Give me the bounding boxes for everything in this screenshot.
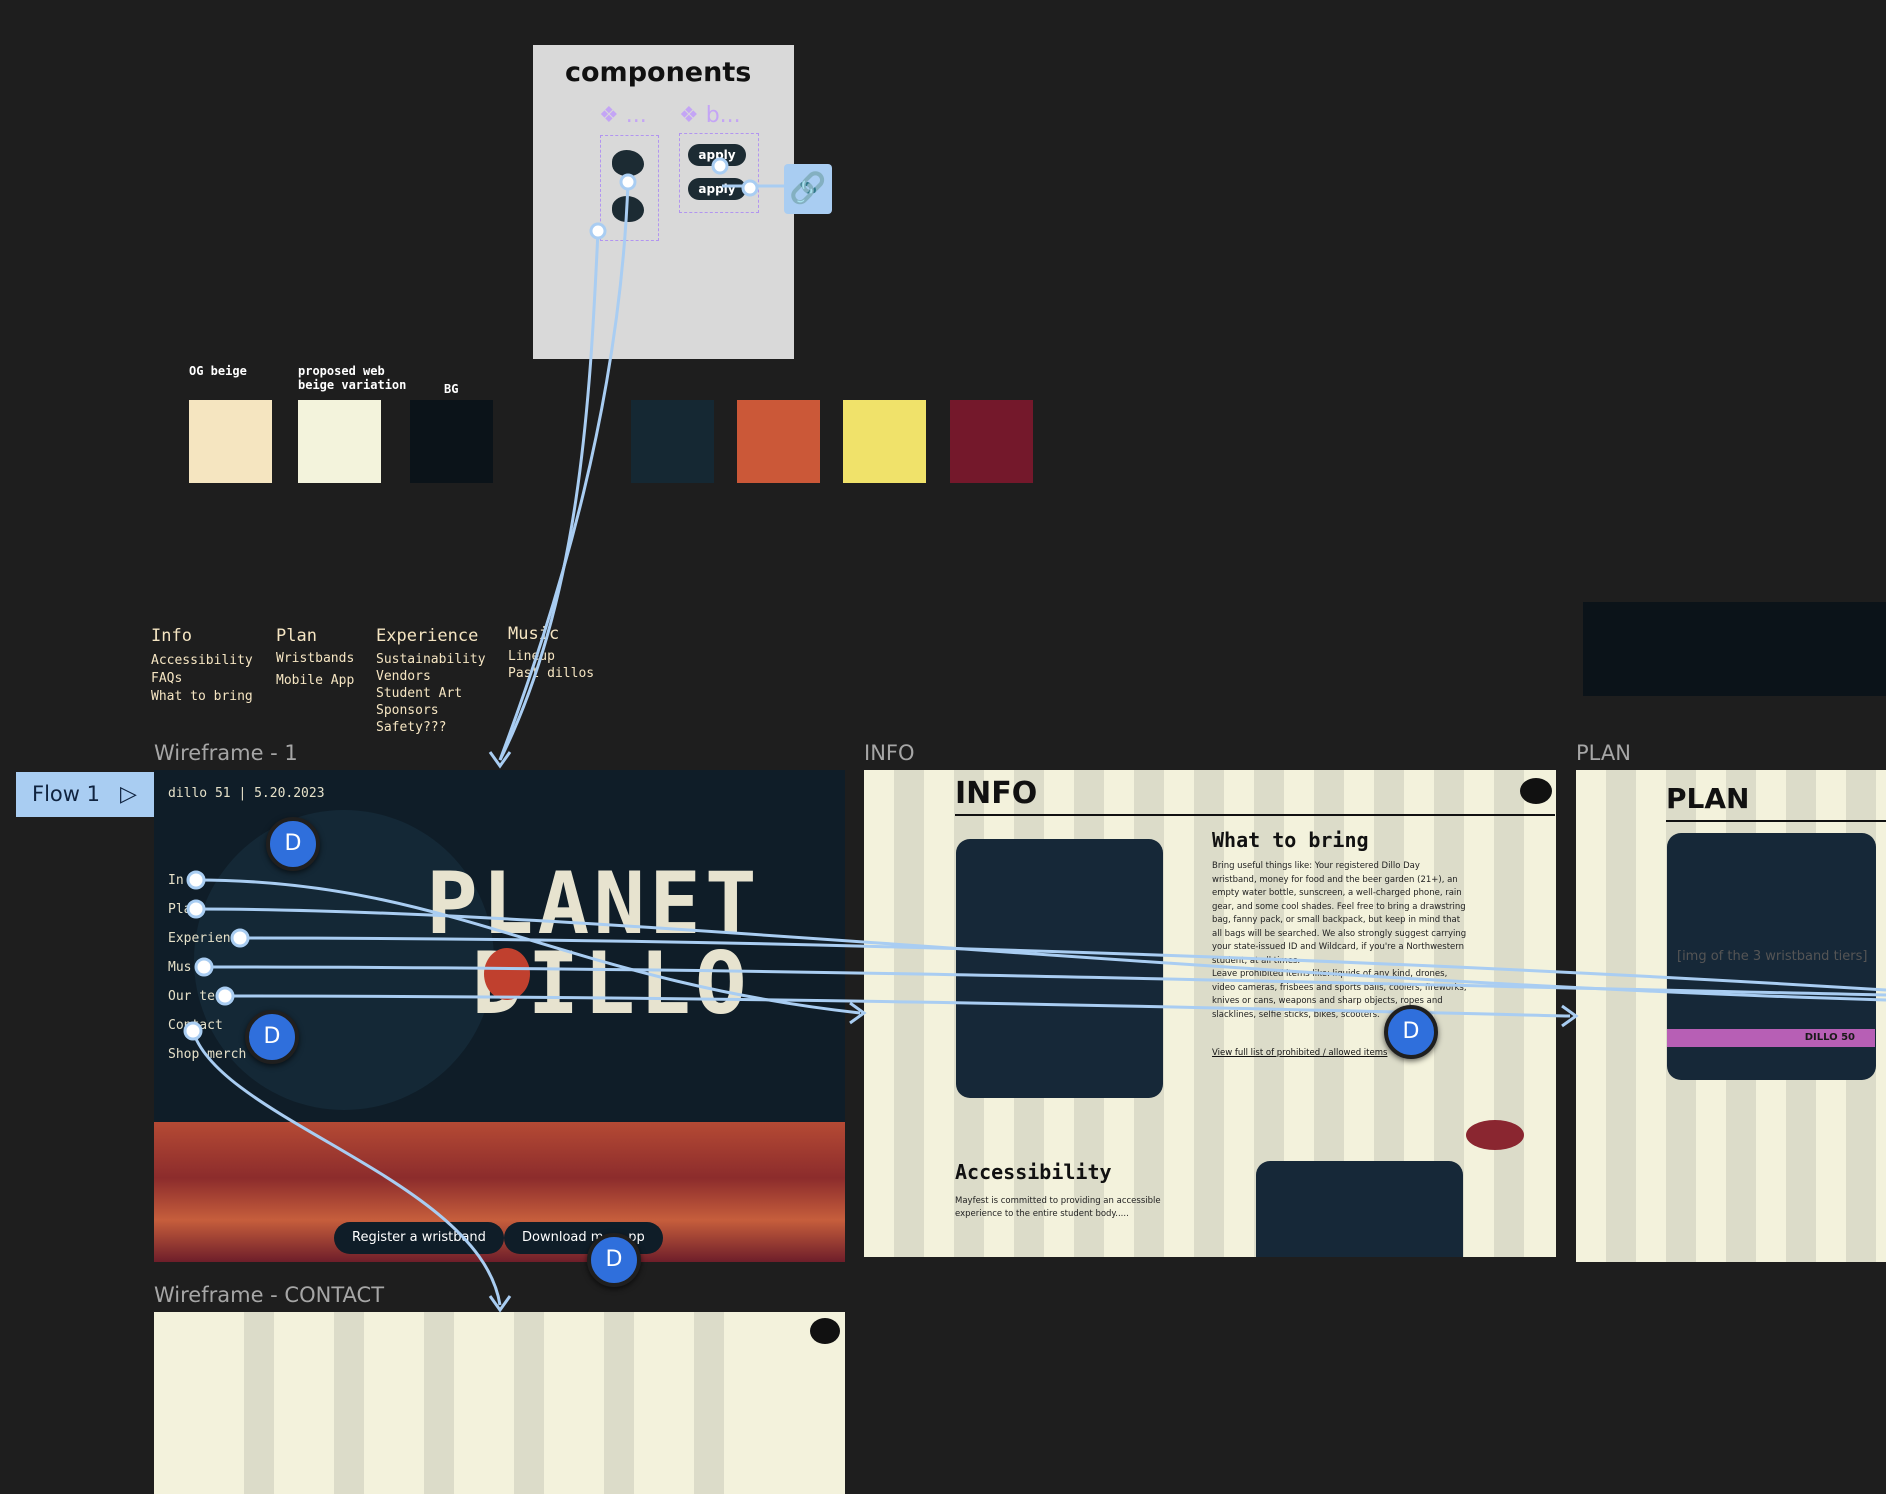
apply-button[interactable]: apply xyxy=(688,144,746,166)
title-divider xyxy=(955,814,1555,816)
proposed-beige-label: proposed web beige variation xyxy=(298,364,407,392)
nav-heading-music: Music xyxy=(508,624,560,644)
stripe xyxy=(1494,770,1524,1257)
color-swatch-bg[interactable] xyxy=(410,400,493,483)
color-swatch-og-beige[interactable] xyxy=(189,400,272,483)
info-title: INFO xyxy=(955,776,1038,811)
frame-label-plan[interactable]: PLAN xyxy=(1576,741,1631,765)
collaborator-avatar[interactable]: D xyxy=(1384,1005,1438,1059)
wristband-card: [img of the 3 wristband tiers] DILLO 50 xyxy=(1667,833,1876,1080)
frame-label-wireframe-1[interactable]: Wireframe - 1 xyxy=(154,741,298,765)
collaborator-avatar[interactable]: D xyxy=(245,1010,299,1064)
arrowhead xyxy=(488,751,512,769)
nav-column-plan: Plan Wristbands Mobile App xyxy=(276,626,354,689)
nav-column-experience: Experience Sustainability Vendors Studen… xyxy=(376,626,486,736)
nav-column-info: Info Accessibility FAQs What to bring xyxy=(151,626,253,705)
bg-label: BG xyxy=(444,382,459,396)
flow-start-button[interactable]: Flow 1 ▷ xyxy=(16,772,154,817)
color-swatch-proposed-beige[interactable] xyxy=(298,400,381,483)
color-swatch-navy[interactable] xyxy=(631,400,714,483)
stripe xyxy=(604,1312,634,1494)
component-variant-label[interactable]: ❖ b... xyxy=(679,103,741,128)
collaborator-avatar[interactable]: D xyxy=(587,1233,641,1287)
button-variant-set[interactable]: apply apply xyxy=(679,133,759,213)
nav-item[interactable]: Mobile App xyxy=(276,672,354,689)
what-to-bring-body: Bring useful things like: Your registere… xyxy=(1212,861,1467,966)
nav-item[interactable]: Student Art xyxy=(376,685,486,702)
menu-item-music[interactable]: Mus xyxy=(168,960,191,975)
stripe xyxy=(694,1312,724,1494)
frame-label-contact[interactable]: Wireframe - CONTACT xyxy=(154,1283,384,1307)
dillo-mascot-icon xyxy=(484,948,530,1000)
components-frame[interactable]: components ❖ ... ❖ b... apply apply xyxy=(533,45,794,359)
dillo-logo-icon xyxy=(612,196,644,222)
nav-item[interactable]: Vendors xyxy=(376,668,486,685)
hero-title: PLANET DILLO xyxy=(426,854,761,1034)
stripe xyxy=(1606,770,1636,1262)
menu-item-shop-merch[interactable]: Shop merch xyxy=(168,1047,246,1062)
arrowhead xyxy=(849,1001,867,1025)
menu-item-experience[interactable]: Experienc xyxy=(168,931,238,946)
flow-label: Flow 1 xyxy=(32,782,100,806)
color-swatch-maroon[interactable] xyxy=(950,400,1033,483)
register-wristband-button[interactable]: Register a wristband xyxy=(334,1222,504,1254)
nav-item[interactable]: Sponsors xyxy=(376,702,486,719)
nav-item[interactable]: Past dillos xyxy=(508,665,594,682)
nav-heading-plan: Plan xyxy=(276,626,317,646)
nav-column-music: Music Lineup Past dillos xyxy=(508,624,594,682)
nav-item[interactable]: Lineup xyxy=(508,648,594,665)
info-frame[interactable]: INFO What to bring Bring useful things l… xyxy=(864,770,1556,1257)
og-beige-label: OG beige xyxy=(189,364,247,378)
play-icon: ▷ xyxy=(120,782,137,807)
contact-frame[interactable] xyxy=(154,1312,845,1494)
image-placeholder-card xyxy=(1256,1161,1463,1257)
stripe xyxy=(424,1312,454,1494)
component-variant-label[interactable]: ❖ ... xyxy=(599,103,647,128)
nav-heading-experience: Experience xyxy=(376,626,479,646)
frame-label-info[interactable]: INFO xyxy=(864,741,915,765)
nav-item[interactable]: Wristbands xyxy=(276,650,354,667)
nav-item[interactable]: FAQs xyxy=(151,670,253,687)
menu-item-our-team[interactable]: Our tea xyxy=(168,989,223,1004)
stripe xyxy=(514,1312,544,1494)
title-divider xyxy=(1666,820,1886,822)
hero-title-dillo: DILLO xyxy=(471,934,751,1034)
hero-title-planet: PLANET xyxy=(426,854,761,954)
accessibility-body: Mayfest is committed to providing an acc… xyxy=(955,1196,1161,1219)
menu-item-info[interactable]: In xyxy=(168,873,184,888)
nav-item[interactable]: Sustainability xyxy=(376,651,486,668)
nav-item[interactable]: Safety??? xyxy=(376,719,486,736)
stripe xyxy=(334,1312,364,1494)
event-header: dillo 51 | 5.20.2023 xyxy=(168,786,325,801)
logo-variant-set[interactable] xyxy=(600,135,659,241)
arrowhead xyxy=(488,1295,512,1313)
prohibited-items-link[interactable]: View full list of prohibited / allowed i… xyxy=(1212,1048,1387,1058)
apply-button[interactable]: apply xyxy=(688,178,746,200)
plan-frame[interactable]: PLAN [img of the 3 wristband tiers] DILL… xyxy=(1576,770,1886,1262)
dark-frame-partial[interactable] xyxy=(1583,602,1886,696)
dillo-logo-icon[interactable] xyxy=(810,1318,840,1344)
arrowhead xyxy=(1561,1004,1579,1028)
nav-item[interactable]: Accessibility xyxy=(151,652,253,669)
color-swatch-orange[interactable] xyxy=(737,400,820,483)
menu-item-plan[interactable]: Pla xyxy=(168,902,191,917)
link-icon[interactable]: 🔗 xyxy=(784,164,832,214)
color-swatch-yellow[interactable] xyxy=(843,400,926,483)
nav-heading-info: Info xyxy=(151,626,192,646)
stripe xyxy=(244,1312,274,1494)
what-to-bring-heading: What to bring xyxy=(1212,828,1369,852)
menu-item-contact[interactable]: Contact xyxy=(168,1018,223,1033)
plan-title: PLAN xyxy=(1666,782,1750,815)
accessibility-heading: Accessibility xyxy=(955,1160,1112,1184)
collaborator-avatar[interactable]: D xyxy=(266,817,320,871)
wristband-image-note: [img of the 3 wristband tiers] xyxy=(1677,949,1868,964)
components-title: components xyxy=(565,57,752,88)
dillo-logo-icon xyxy=(612,150,644,176)
image-placeholder-card xyxy=(956,839,1163,1098)
ufo-icon xyxy=(1466,1120,1524,1150)
stripe xyxy=(894,770,924,1257)
wristband-image: DILLO 50 xyxy=(1667,1029,1875,1047)
dillo-logo-icon[interactable] xyxy=(1520,778,1552,804)
nav-item[interactable]: What to bring xyxy=(151,688,253,705)
